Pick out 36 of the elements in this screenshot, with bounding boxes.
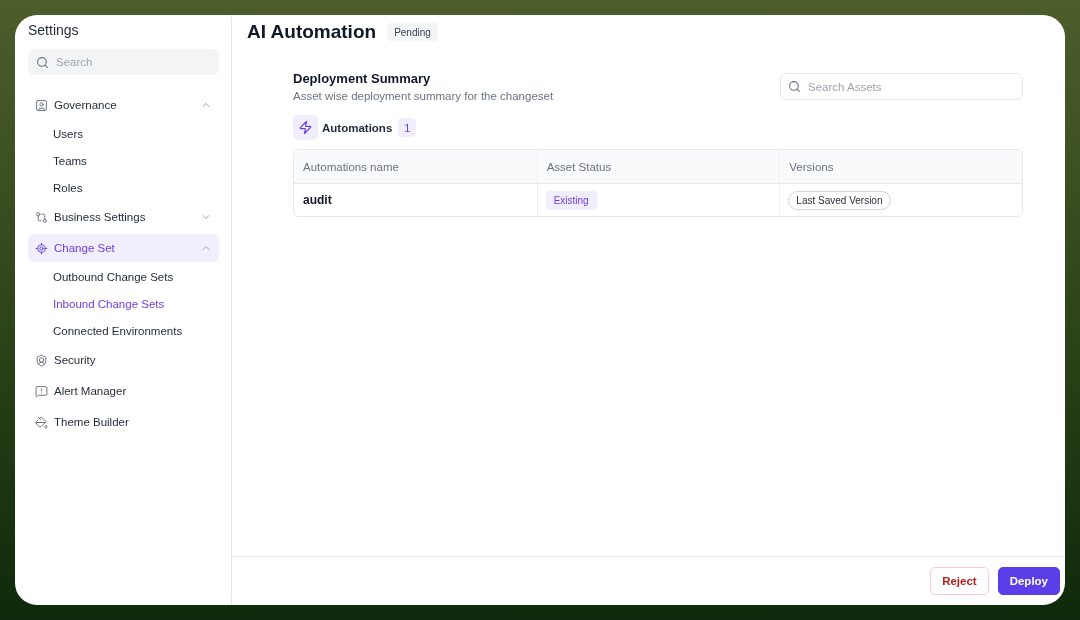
- sidebar-subitem[interactable]: Connected Environments: [28, 319, 219, 343]
- git-compare-icon: [35, 210, 48, 224]
- search-assets-field[interactable]: Search Assets: [780, 73, 1023, 100]
- sidebar-item[interactable]: Business Settings: [28, 203, 219, 231]
- sidebar-subitem[interactable]: Roles: [28, 176, 219, 200]
- deploy-button[interactable]: Deploy: [997, 567, 1060, 595]
- sidebar-item[interactable]: Theme Builder: [28, 408, 219, 436]
- sidebar-subitem[interactable]: Outbound Change Sets: [28, 265, 219, 289]
- sidebar-item[interactable]: Governance: [28, 91, 219, 119]
- sidebar-item[interactable]: Alert Manager: [28, 377, 219, 405]
- reject-button[interactable]: Reject: [930, 567, 989, 595]
- section-subtitle: Asset wise deployment summary for the changeset: [293, 89, 554, 104]
- column-header: Automations name: [302, 159, 400, 175]
- search-field[interactable]: Search: [28, 49, 219, 75]
- sidebar-title: Settings: [28, 22, 80, 38]
- sidebar-subitem[interactable]: Users: [28, 122, 219, 146]
- search-icon: [788, 80, 801, 93]
- sidebar-item[interactable]: Change Set: [28, 234, 219, 262]
- version-tag: Last Saved Version: [788, 190, 891, 210]
- sidebar-item[interactable]: Security: [28, 346, 219, 374]
- section-title: Deployment Summary: [293, 71, 432, 87]
- paint-bucket-icon: [35, 415, 48, 429]
- table-cell-text: audit: [302, 192, 333, 209]
- sidebar-subitem[interactable]: Teams: [28, 149, 219, 173]
- sidebar-subitem[interactable]: Inbound Change Sets: [28, 292, 219, 316]
- status-badge: Pending: [387, 23, 438, 41]
- crosshair-icon: [35, 241, 48, 255]
- status-tag: Existing: [545, 190, 597, 210]
- count-badge: 1: [398, 118, 417, 137]
- message-alert-icon: [35, 384, 48, 398]
- lightning-icon: [293, 115, 318, 140]
- search-icon: [36, 55, 49, 69]
- user-square-icon: [35, 98, 48, 112]
- asset-group-label: Automations: [322, 121, 393, 134]
- page-title: AI Automation: [247, 20, 377, 44]
- shield-user-icon: [35, 353, 48, 367]
